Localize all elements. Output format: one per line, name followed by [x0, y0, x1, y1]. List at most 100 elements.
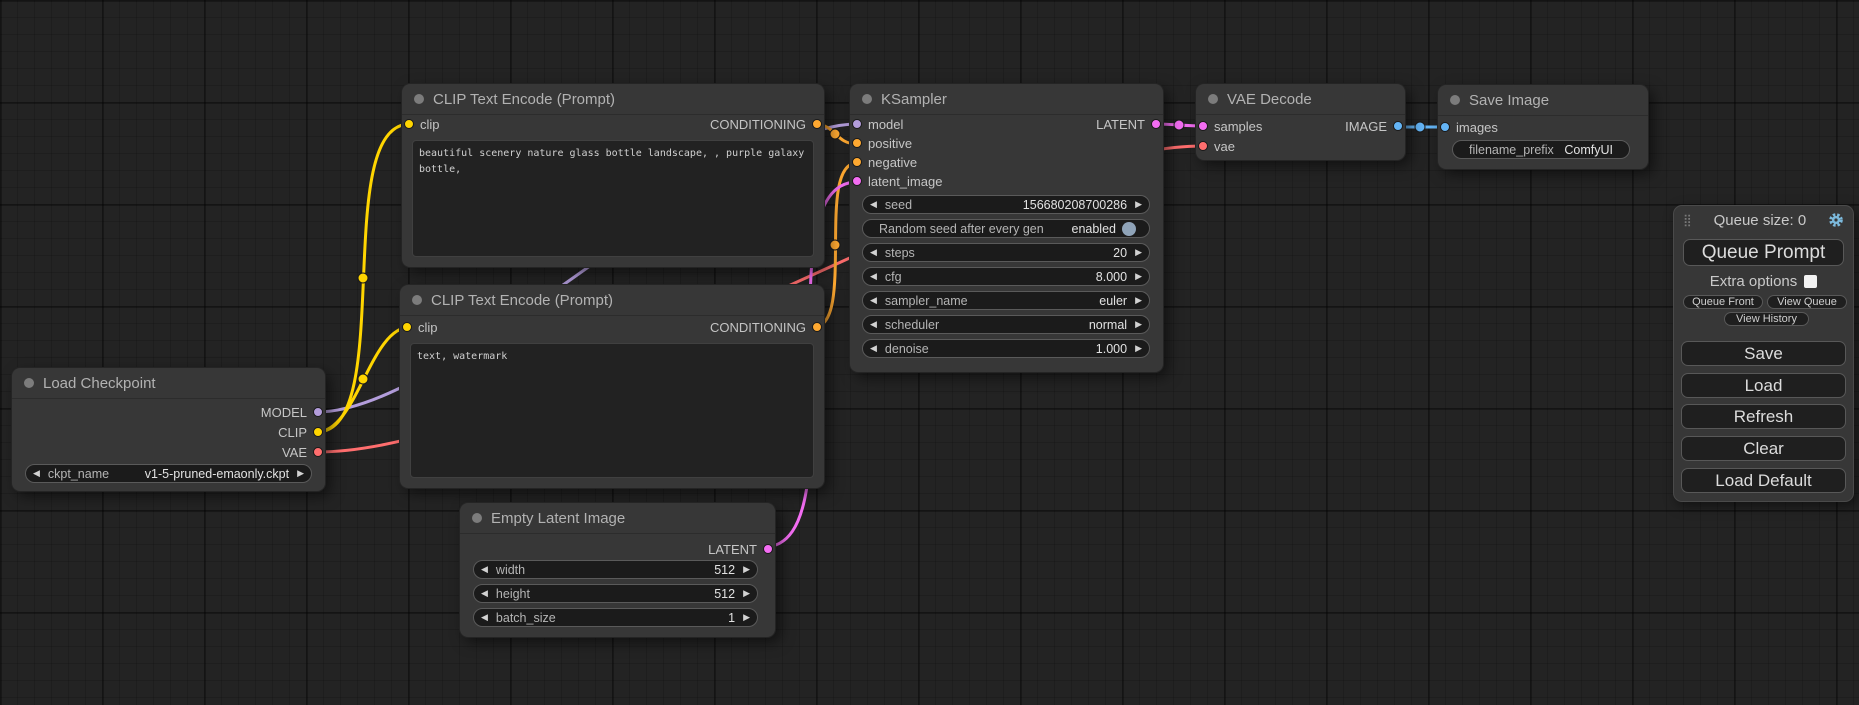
node-clip-text-encode-positive[interactable]: CLIP Text Encode (Prompt) clip CONDITION…: [402, 84, 824, 267]
node-empty-latent-image[interactable]: Empty Latent Image LATENT ◀ width 512 ▶ …: [460, 503, 775, 637]
node-title-bar[interactable]: Save Image: [1438, 85, 1648, 116]
collapse-dot-icon[interactable]: [24, 378, 34, 388]
batch-size-number-widget[interactable]: ◀ batch_size 1 ▶: [473, 608, 758, 627]
link-midpoint-dot[interactable]: [358, 374, 368, 384]
link-midpoint-dot[interactable]: [830, 240, 840, 250]
model-output-dot[interactable]: [313, 407, 323, 417]
load-default-button[interactable]: Load Default: [1681, 468, 1846, 493]
input-slot-clip: clip: [402, 320, 438, 335]
output-label: LATENT: [1096, 117, 1145, 132]
increment-arrow-icon[interactable]: ▶: [297, 469, 304, 478]
node-title: Save Image: [1469, 92, 1549, 109]
seed-number-widget[interactable]: ◀ seed 156680208700286 ▶: [862, 195, 1150, 214]
increment-arrow-icon[interactable]: ▶: [1135, 248, 1142, 257]
decrement-arrow-icon[interactable]: ◀: [870, 320, 877, 329]
input-slot-clip: clip: [404, 117, 440, 132]
scheduler-combo-widget[interactable]: ◀ scheduler normal ▶: [862, 315, 1150, 334]
increment-arrow-icon[interactable]: ▶: [1135, 272, 1142, 281]
node-title-bar[interactable]: Load Checkpoint: [12, 368, 325, 399]
conditioning-output-dot[interactable]: [812, 119, 822, 129]
prompt-textarea[interactable]: beautiful scenery nature glass bottle la…: [412, 140, 814, 257]
collapse-dot-icon[interactable]: [472, 513, 482, 523]
increment-arrow-icon[interactable]: ▶: [743, 613, 750, 622]
filename-prefix-text-widget[interactable]: filename_prefix ComfyUI: [1452, 140, 1630, 159]
increment-arrow-icon[interactable]: ▶: [1135, 320, 1142, 329]
decrement-arrow-icon[interactable]: ◀: [870, 200, 877, 209]
node-title-bar[interactable]: VAE Decode: [1196, 84, 1405, 115]
node-clip-text-encode-negative[interactable]: CLIP Text Encode (Prompt) clip CONDITION…: [400, 285, 824, 488]
collapse-dot-icon[interactable]: [862, 94, 872, 104]
widget-value: 8.000: [1096, 270, 1127, 284]
decrement-arrow-icon[interactable]: ◀: [481, 589, 488, 598]
extra-options-checkbox[interactable]: [1804, 275, 1817, 288]
link-midpoint-dot[interactable]: [830, 129, 840, 139]
increment-arrow-icon[interactable]: ▶: [1135, 344, 1142, 353]
decrement-arrow-icon[interactable]: ◀: [481, 565, 488, 574]
node-load-checkpoint[interactable]: Load Checkpoint MODEL CLIP VAE ◀ ckpt_na…: [12, 368, 325, 491]
collapse-dot-icon[interactable]: [1208, 94, 1218, 104]
sampler-name-combo-widget[interactable]: ◀ sampler_name euler ▶: [862, 291, 1150, 310]
output-label: VAE: [282, 445, 307, 460]
increment-arrow-icon[interactable]: ▶: [743, 589, 750, 598]
link-midpoint-dot[interactable]: [1174, 120, 1184, 130]
height-number-widget[interactable]: ◀ height 512 ▶: [473, 584, 758, 603]
decrement-arrow-icon[interactable]: ◀: [870, 248, 877, 257]
cfg-number-widget[interactable]: ◀ cfg 8.000 ▶: [862, 267, 1150, 286]
positive-input-dot[interactable]: [852, 138, 862, 148]
clip-output-dot[interactable]: [313, 427, 323, 437]
refresh-button[interactable]: Refresh: [1681, 404, 1846, 429]
width-number-widget[interactable]: ◀ width 512 ▶: [473, 560, 758, 579]
clip-input-dot[interactable]: [404, 119, 414, 129]
input-label: samples: [1214, 119, 1262, 134]
toggle-knob-icon[interactable]: [1122, 222, 1136, 236]
collapse-dot-icon[interactable]: [412, 295, 422, 305]
node-ksampler[interactable]: KSampler model positive negative latent_…: [850, 84, 1163, 372]
latent-image-input-dot[interactable]: [852, 176, 862, 186]
decrement-arrow-icon[interactable]: ◀: [870, 296, 877, 305]
link-midpoint-dot[interactable]: [1415, 122, 1425, 132]
node-title-bar[interactable]: KSampler: [850, 84, 1163, 115]
conditioning-output-dot[interactable]: [812, 322, 822, 332]
decrement-arrow-icon[interactable]: ◀: [870, 344, 877, 353]
negative-input-dot[interactable]: [852, 157, 862, 167]
model-input-dot[interactable]: [852, 119, 862, 129]
queue-front-button[interactable]: Queue Front: [1683, 295, 1763, 309]
settings-gear-icon[interactable]: [1828, 212, 1844, 228]
ckpt-name-combo-widget[interactable]: ◀ ckpt_name v1-5-pruned-emaonly.ckpt ▶: [25, 464, 312, 483]
decrement-arrow-icon[interactable]: ◀: [33, 469, 40, 478]
queue-prompt-button[interactable]: Queue Prompt: [1683, 239, 1844, 266]
collapse-dot-icon[interactable]: [1450, 95, 1460, 105]
drag-handle-icon[interactable]: ⣿: [1683, 214, 1692, 226]
node-save-image[interactable]: Save Image images filename_prefix ComfyU…: [1438, 85, 1648, 169]
latent-output-dot[interactable]: [1151, 119, 1161, 129]
steps-number-widget[interactable]: ◀ steps 20 ▶: [862, 243, 1150, 262]
clear-button[interactable]: Clear: [1681, 436, 1846, 461]
vae-output-dot[interactable]: [313, 447, 323, 457]
increment-arrow-icon[interactable]: ▶: [743, 565, 750, 574]
decrement-arrow-icon[interactable]: ◀: [481, 613, 488, 622]
link-midpoint-dot[interactable]: [358, 273, 368, 283]
prompt-textarea[interactable]: text, watermark: [410, 343, 814, 478]
view-queue-button[interactable]: View Queue: [1767, 295, 1847, 309]
view-history-button[interactable]: View History: [1724, 312, 1809, 326]
decrement-arrow-icon[interactable]: ◀: [870, 272, 877, 281]
node-title-bar[interactable]: CLIP Text Encode (Prompt): [402, 84, 824, 115]
increment-arrow-icon[interactable]: ▶: [1135, 296, 1142, 305]
node-title-bar[interactable]: Empty Latent Image: [460, 503, 775, 534]
samples-input-dot[interactable]: [1198, 121, 1208, 131]
node-title-bar[interactable]: CLIP Text Encode (Prompt): [400, 285, 824, 316]
clip-input-dot[interactable]: [402, 322, 412, 332]
latent-output-dot[interactable]: [763, 544, 773, 554]
image-output-dot[interactable]: [1393, 121, 1403, 131]
output-label: LATENT: [708, 542, 757, 557]
node-graph-canvas[interactable]: Load Checkpoint MODEL CLIP VAE ◀ ckpt_na…: [0, 0, 1859, 705]
node-vae-decode[interactable]: VAE Decode samples vae IMAGE: [1196, 84, 1405, 160]
load-button[interactable]: Load: [1681, 373, 1846, 398]
vae-input-dot[interactable]: [1198, 141, 1208, 151]
images-input-dot[interactable]: [1440, 122, 1450, 132]
denoise-number-widget[interactable]: ◀ denoise 1.000 ▶: [862, 339, 1150, 358]
increment-arrow-icon[interactable]: ▶: [1135, 200, 1142, 209]
random-seed-toggle-widget[interactable]: Random seed after every gen enabled: [862, 219, 1150, 238]
collapse-dot-icon[interactable]: [414, 94, 424, 104]
save-button[interactable]: Save: [1681, 341, 1846, 366]
